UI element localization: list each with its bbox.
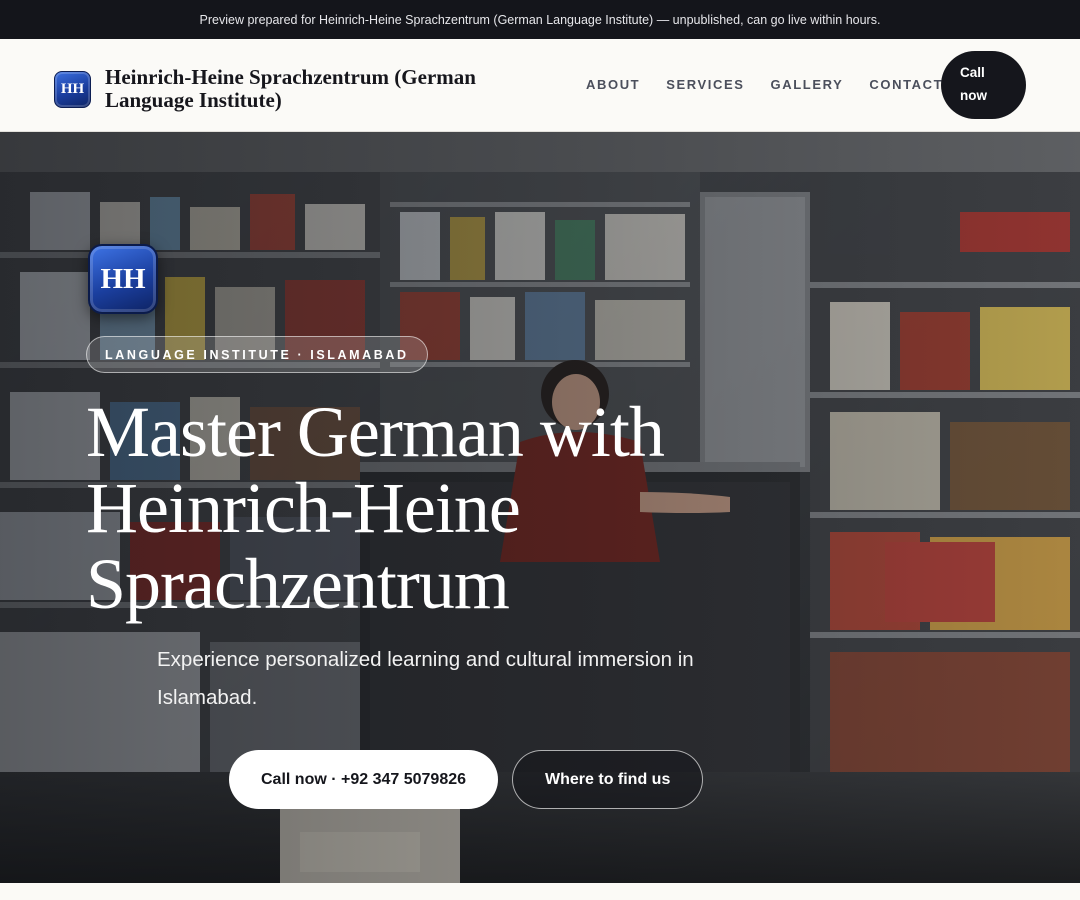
header-call-button[interactable]: Call now [941, 51, 1026, 119]
hero-location-button[interactable]: Where to find us [512, 750, 704, 809]
brand-logo: HH [54, 70, 91, 108]
hero-badge: LANGUAGE INSTITUTE · ISLAMABAD [86, 336, 428, 373]
nav-contact[interactable]: CONTACT [869, 76, 943, 93]
header-call-label-line1: Call [960, 65, 985, 80]
next-section-edge [0, 883, 1080, 900]
preview-banner-text: Preview prepared for Heinrich-Heine Spra… [199, 12, 881, 27]
hero-logo: HH [88, 244, 158, 314]
brand-logo-text: HH [60, 80, 85, 97]
nav-gallery[interactable]: GALLERY [771, 76, 844, 93]
hero-call-button[interactable]: Call now · +92 347 5079826 [229, 750, 499, 809]
site-header: HH Heinrich-Heine Sprachzentrum (German … [0, 39, 1080, 132]
brand-name: Heinrich-Heine Sprachzentrum (German Lan… [105, 65, 476, 112]
hero-logo-text: HH [100, 262, 146, 295]
header-call-label-line2: now [960, 88, 987, 103]
hero-actions: Call now · +92 347 5079826 Where to find… [229, 750, 704, 809]
nav-services[interactable]: SERVICES [666, 76, 744, 93]
hero-title: Master German with Heinrich-Heine Sprach… [86, 392, 665, 624]
hero: HH LANGUAGE INSTITUTE · ISLAMABAD Master… [0, 132, 1080, 883]
nav-about[interactable]: ABOUT [586, 76, 640, 93]
main-nav: ABOUT SERVICES GALLERY CONTACT [586, 76, 943, 93]
brand[interactable]: HH Heinrich-Heine Sprachzentrum (German … [54, 66, 525, 112]
preview-banner: Preview prepared for Heinrich-Heine Spra… [0, 0, 1080, 39]
hero-subtitle: Experience personalized learning and cul… [157, 648, 694, 709]
